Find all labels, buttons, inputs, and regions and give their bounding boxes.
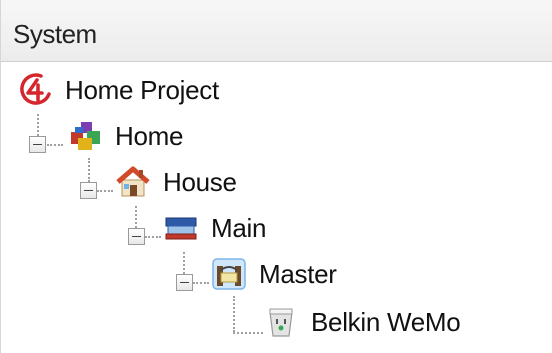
panel-header: System	[1, 0, 552, 62]
tree-item-master[interactable]: Master	[211, 252, 337, 296]
house-icon	[116, 166, 150, 197]
wemo-device-icon	[269, 308, 293, 337]
tree-connector	[233, 296, 235, 332]
system-tree[interactable]: Home Project Home House Main Master Belk…	[1, 62, 552, 353]
tree-item-belkin-wemo[interactable]: Belkin WeMo	[263, 300, 461, 344]
tree-item-label: Belkin WeMo	[311, 306, 461, 337]
tree-connector	[37, 114, 39, 136]
collapse-master-button[interactable]	[176, 274, 193, 291]
collapse-main-button[interactable]	[128, 228, 145, 245]
tree-item-main[interactable]: Main	[163, 206, 266, 250]
tree-item-home[interactable]: Home	[67, 114, 183, 158]
tree-connector	[47, 144, 63, 146]
tree-item-home-project[interactable]: Home Project	[17, 68, 219, 112]
collapse-house-button[interactable]	[80, 182, 97, 199]
tree-item-label: Home Project	[65, 74, 219, 105]
project-logo-icon	[20, 73, 51, 105]
tree-connector	[97, 190, 113, 192]
tree-item-house[interactable]: House	[115, 160, 237, 204]
tree-connector	[88, 158, 90, 182]
tree-item-label: House	[163, 166, 237, 197]
tree-connector	[193, 282, 209, 284]
room-icon	[212, 258, 246, 290]
tree-connector	[233, 332, 263, 334]
floor-icon	[165, 217, 197, 240]
tree-connector	[183, 252, 185, 274]
blocks-icon	[71, 122, 100, 150]
system-panel: System Home Project Home House Main Mast…	[0, 0, 552, 353]
tree-item-label: Home	[115, 120, 184, 151]
collapse-home-button[interactable]	[29, 136, 46, 153]
tree-connector	[135, 206, 137, 228]
tree-connector	[145, 236, 161, 238]
tree-item-label: Main	[211, 212, 267, 243]
panel-title: System	[13, 19, 97, 49]
tree-item-label: Master	[259, 258, 337, 289]
